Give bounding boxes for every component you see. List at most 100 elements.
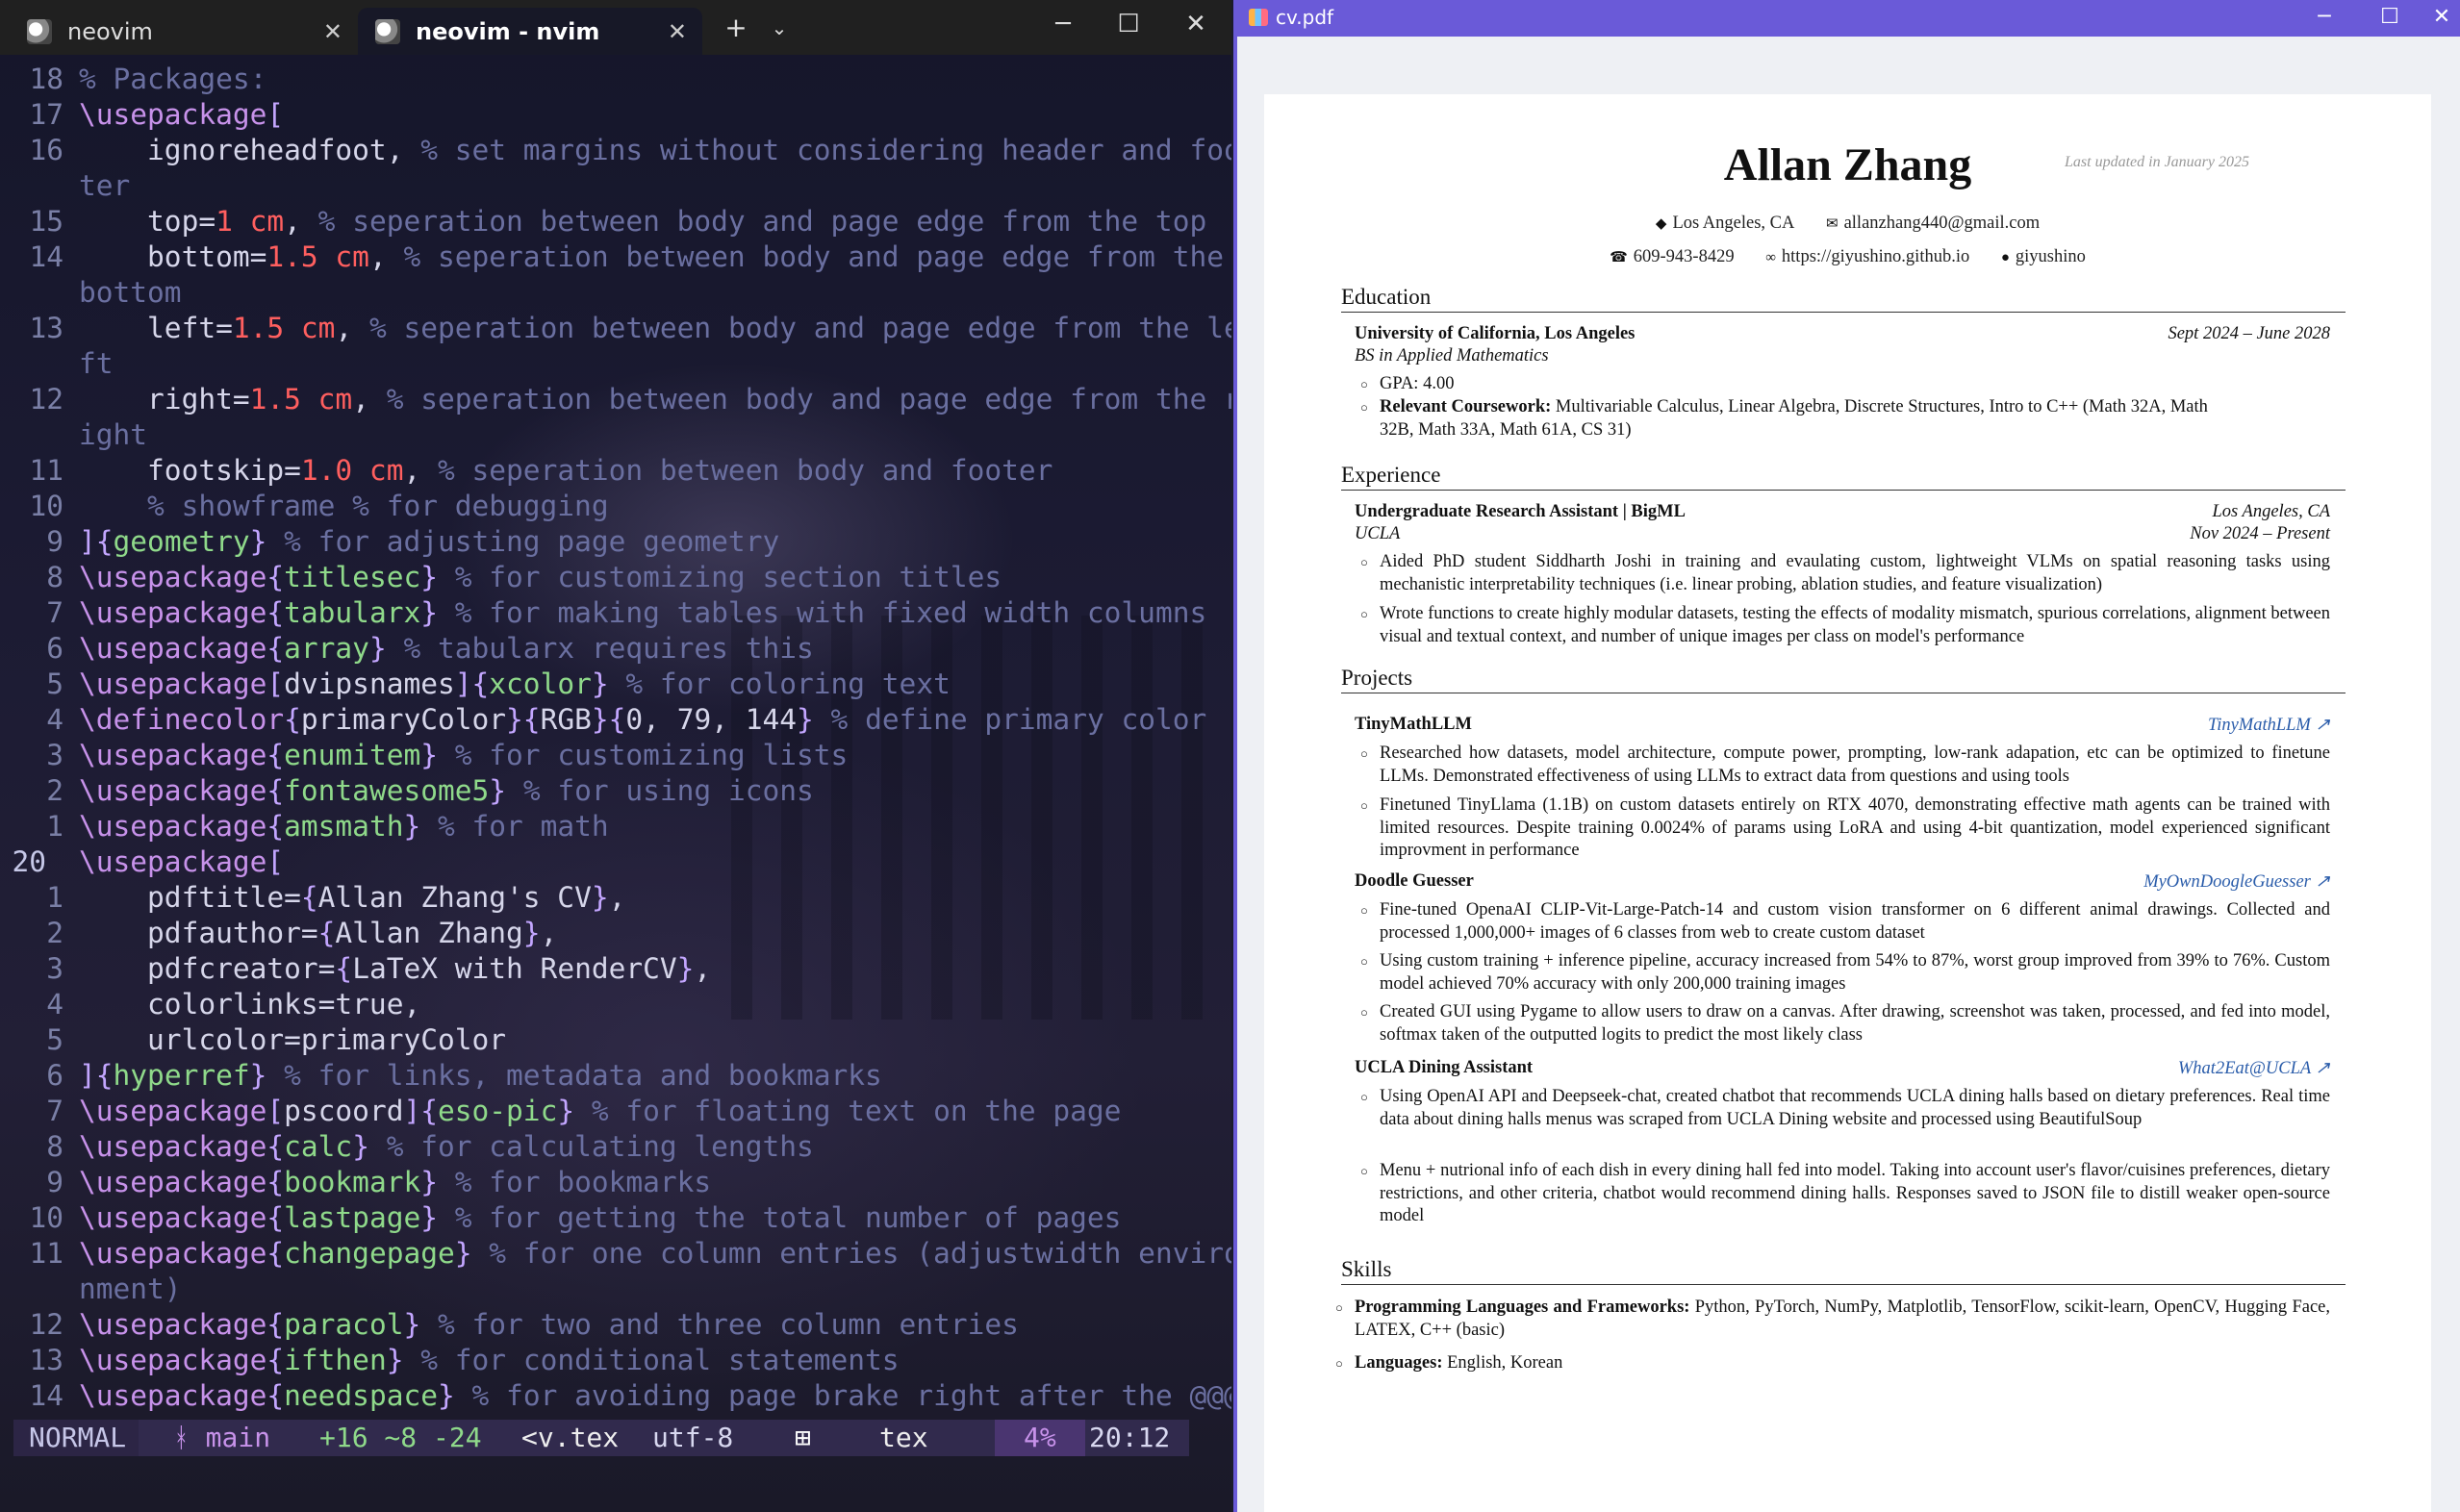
code-line[interactable]: bottom	[0, 275, 1231, 311]
link-icon: ∞	[1765, 250, 1776, 265]
code-line[interactable]: 8 \usepackage{calc} % for calculating len…	[0, 1129, 1231, 1165]
project-bullet: Fine-tuned OpenaAI CLIP-Vit-Large-Patch-…	[1360, 899, 2330, 945]
line-number: 5	[46, 668, 63, 700]
line-text: ter	[79, 169, 131, 202]
maximize-button[interactable]: ☐	[1100, 10, 1157, 38]
project-link[interactable]: MyOwnDoogleGuesser ↗	[2143, 871, 2330, 893]
code-line[interactable]: 6]{hyperref} % for links, metadata and b…	[0, 1058, 1231, 1094]
close-tab-icon[interactable]: ✕	[668, 18, 687, 45]
code-line[interactable]: 16 ignoreheadfoot, % set margins without…	[0, 133, 1231, 168]
line-number: 15	[29, 205, 63, 238]
skills-languages: Languages: English, Korean	[1335, 1352, 2330, 1375]
code-line[interactable]: 3 pdfcreator={LaTeX with RenderCV},	[0, 951, 1231, 987]
code-line[interactable]: 12 \usepackage{paracol} % for two and thr…	[0, 1307, 1231, 1343]
pdf-window-title: cv.pdf	[1276, 6, 1334, 29]
project-name: TinyMathLLM	[1355, 715, 1472, 734]
new-tab-button[interactable]: +	[717, 12, 755, 43]
line-text: \usepackage[	[79, 845, 285, 878]
line-text: bottom	[79, 276, 182, 309]
code-line[interactable]: 2 \usepackage{fontawesome5} % for using i…	[0, 773, 1231, 809]
code-line[interactable]: 14 \usepackage{needspace} % for avoiding …	[0, 1378, 1231, 1414]
line-text: % Packages:	[79, 63, 267, 95]
line-number: 11	[29, 1237, 63, 1270]
project-row: Doodle Guesser MyOwnDoogleGuesser ↗	[1355, 871, 2330, 892]
line-text: \usepackage{calc} % for calculating leng…	[79, 1130, 814, 1163]
file-encoding: utf-8	[652, 1422, 734, 1453]
project-link[interactable]: TinyMathLLM ↗	[2208, 715, 2330, 736]
code-line[interactable]: 4 \definecolor{primaryColor}{RGB}{0, 79, …	[0, 702, 1231, 738]
scroll-percent: 4%	[995, 1420, 1085, 1456]
maximize-button[interactable]: ☐	[2361, 0, 2419, 35]
close-window-button[interactable]: ✕	[2422, 0, 2460, 35]
code-line[interactable]: 17 \usepackage[	[0, 97, 1231, 133]
minimize-button[interactable]: ─	[1034, 10, 1092, 38]
contact-line-1: ◆ Los Angeles, CA ✉ allanzhang440@gmail.co…	[1264, 214, 2431, 234]
contact-email[interactable]: allanzhang440@gmail.com	[1844, 214, 2041, 233]
github-icon: ●	[2000, 250, 2010, 265]
contact-website[interactable]: https://giyushino.github.io	[1782, 247, 1969, 266]
project-bullet: Using OpenAI API and Deepseek-chat, crea…	[1360, 1086, 2330, 1131]
code-line[interactable]: 20 \usepackage[	[0, 844, 1231, 880]
code-line[interactable]: 11 \usepackage{changepage} % for one colu…	[0, 1236, 1231, 1272]
code-line[interactable]: 4 colorlinks=true,	[0, 987, 1231, 1022]
minimize-button[interactable]: ─	[2295, 0, 2353, 35]
code-line[interactable]: 13 left=1.5 cm, % seperation between bod…	[0, 311, 1231, 346]
section-skills: Skills	[1341, 1257, 2346, 1285]
neovim-tab-icon	[27, 18, 52, 44]
code-line[interactable]: ter	[0, 168, 1231, 204]
editor-buffer[interactable]: 18% Packages: 17 \usepackage[16 ignorehead…	[0, 62, 1231, 1414]
external-link-icon: ↗	[2315, 1059, 2330, 1078]
degree: BS in Applied Mathematics	[1355, 346, 1549, 365]
code-line[interactable]: 2 pdfauthor={Allan Zhang},	[0, 916, 1231, 951]
code-line[interactable]: 7 \usepackage{tabularx} % for making tabl…	[0, 595, 1231, 631]
pdf-viewer-window: cv.pdf ─ ☐ ✕ Allan Zhang Last updated in…	[1233, 0, 2460, 1512]
code-line[interactable]: ight	[0, 417, 1231, 453]
code-line[interactable]: ft	[0, 346, 1231, 382]
line-text: right=1.5 cm, % seperation between body …	[79, 383, 1231, 416]
tab-neovim-nvim[interactable]: neovim - nvim ✕	[358, 8, 702, 55]
degree-row: BS in Applied Mathematics	[1355, 346, 2330, 366]
experience-bullet: Aided PhD student Siddharth Joshi in tra…	[1360, 551, 2330, 596]
pdf-page[interactable]: Allan Zhang Last updated in January 2025…	[1264, 94, 2431, 1512]
contact-line-2: ☎ 609-943-8429 ∞ https://giyushino.github.…	[1264, 247, 2431, 267]
git-branch: ᚼ main	[173, 1422, 271, 1453]
close-window-button[interactable]: ✕	[1167, 10, 1225, 38]
project-row: TinyMathLLM TinyMathLLM ↗	[1355, 715, 2330, 735]
line-text: colorlinks=true,	[79, 988, 421, 1021]
code-line[interactable]: 1 pdftitle={Allan Zhang's CV},	[0, 880, 1231, 916]
code-line[interactable]: 14 bottom=1.5 cm, % seperation between b…	[0, 239, 1231, 275]
code-line[interactable]: 10 \usepackage{lastpage} % for getting th…	[0, 1200, 1231, 1236]
code-line[interactable]: 5 \usepackage[dvipsnames]{xcolor} % for c…	[0, 667, 1231, 702]
tab-dropdown-icon[interactable]: ⌄	[760, 16, 799, 39]
code-line[interactable]: 10 % showframe % for debugging	[0, 489, 1231, 524]
code-line[interactable]: 15 top=1 cm, % seperation between body a…	[0, 204, 1231, 239]
code-line[interactable]: 3 \usepackage{enumitem} % for customizing…	[0, 738, 1231, 773]
code-line[interactable]: 7 \usepackage[pscoord]{eso-pic} % for flo…	[0, 1094, 1231, 1129]
code-line[interactable]: 8 \usepackage{titlesec} % for customizing…	[0, 560, 1231, 595]
code-line[interactable]: 9]{geometry} % for adjusting page geomet…	[0, 524, 1231, 560]
line-text: \usepackage{needspace} % for avoiding pa…	[79, 1379, 1231, 1412]
contact-phone[interactable]: 609-943-8429	[1634, 247, 1735, 266]
project-link[interactable]: What2Eat@UCLA ↗	[2178, 1058, 2330, 1079]
code-line[interactable]: 9 \usepackage{bookmark} % for bookmarks	[0, 1165, 1231, 1200]
code-line[interactable]: 6 \usepackage{array} % tabularx requires …	[0, 631, 1231, 667]
code-line[interactable]: 5 urlcolor=primaryColor	[0, 1022, 1231, 1058]
file-type: tex	[879, 1422, 928, 1453]
code-line[interactable]: 18 % Packages:	[0, 62, 1231, 97]
tab-neovim[interactable]: neovim ✕	[10, 8, 358, 55]
line-text: ]{geometry} % for adjusting page geometr…	[79, 525, 780, 558]
line-text: \usepackage{enumitem} % for customizing …	[79, 739, 849, 771]
contact-github[interactable]: giyushino	[2016, 247, 2086, 266]
code-line[interactable]: nment)	[0, 1272, 1231, 1307]
code-line[interactable]: 11 footskip=1.0 cm, % seperation between…	[0, 453, 1231, 489]
line-number: 12	[29, 383, 63, 416]
code-line[interactable]: 13 \usepackage{ifthen} % for conditional …	[0, 1343, 1231, 1378]
pdf-title-bar: cv.pdf ─ ☐ ✕	[1237, 0, 2460, 37]
line-number: 4	[46, 703, 63, 736]
code-line[interactable]: 1 \usepackage{amsmath} % for math	[0, 809, 1231, 844]
code-line[interactable]: 12 right=1.5 cm, % seperation between bo…	[0, 382, 1231, 417]
line-text: \usepackage{tabularx} % for making table…	[79, 596, 1207, 629]
line-text: \definecolor{primaryColor}{RGB}{0, 79, 1…	[79, 703, 1207, 736]
line-number: 16	[29, 134, 63, 166]
close-tab-icon[interactable]: ✕	[323, 18, 342, 45]
